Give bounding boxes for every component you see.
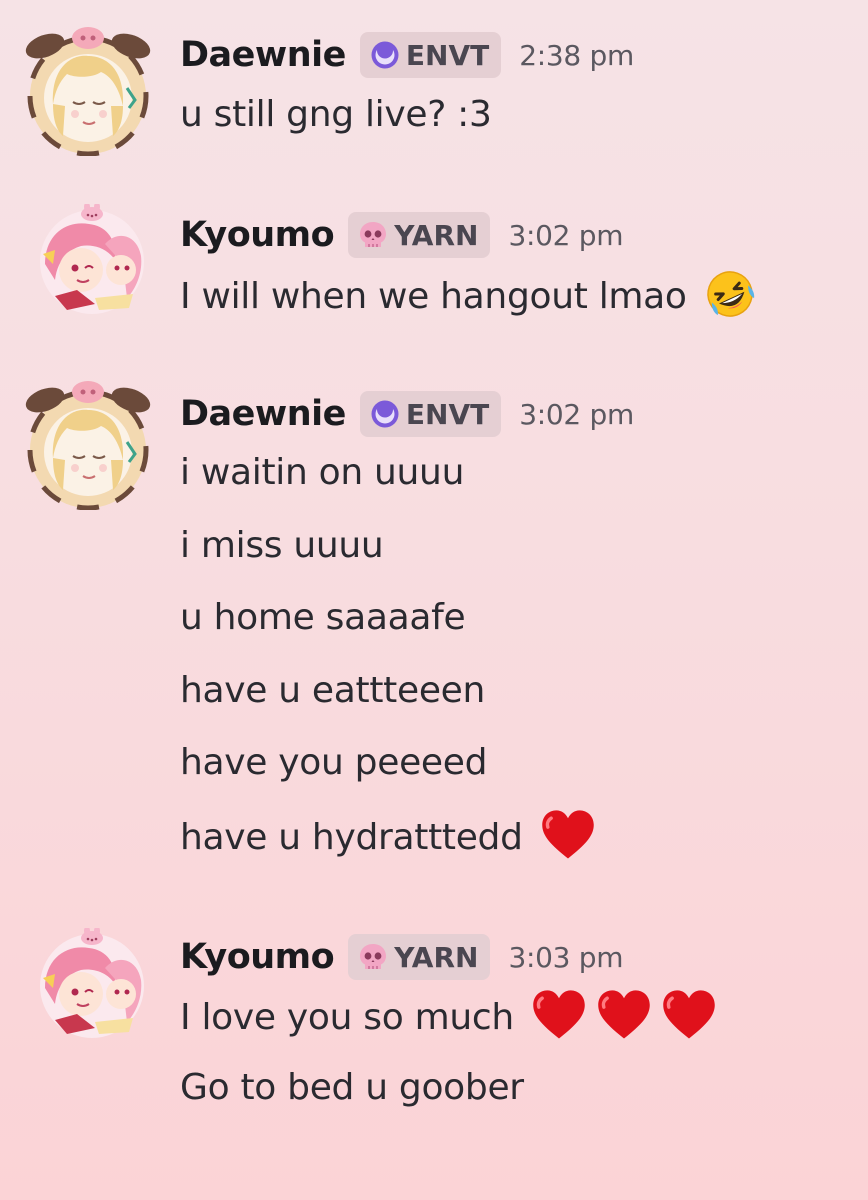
message-header: Kyoumo YARN 3:02 pm [180,207,623,263]
timestamp: 2:38 pm [519,38,634,72]
avatar-kyoumo[interactable] [37,204,147,314]
message-text-content: I will when we hangout lmao [180,276,687,317]
red-heart-emoji [531,989,587,1041]
username[interactable]: Daewnie [180,394,346,434]
rolling-on-floor-laughing-emoji [704,268,756,320]
server-tag[interactable]: YARN [348,212,491,258]
avatar-daewnie[interactable] [23,380,153,510]
message-text: have u hydratttedd [180,813,596,865]
avatar-kyoumo[interactable] [37,928,147,1038]
username[interactable]: Kyoumo [180,937,335,977]
message-text-content: have u hydratttedd [180,817,523,858]
message-text: have u eattteeen [180,670,486,711]
timestamp: 3:02 pm [519,397,634,431]
pink-skull-icon [358,942,388,972]
server-tag-label: ENVT [405,38,490,72]
server-tag[interactable]: YARN [348,934,491,980]
timestamp: 3:02 pm [508,218,624,252]
message-text: i miss uuuu [180,525,384,566]
red-heart-emoji [540,809,596,861]
crescent-moon-icon [370,40,400,70]
message-text: I will when we hangout lmao [180,271,756,324]
red-heart-emoji [661,989,717,1041]
message-text: u home saaaafe [180,597,466,638]
server-tag[interactable]: ENVT [359,391,502,437]
pink-skull-icon [358,220,388,250]
red-heart-emoji [596,989,652,1041]
username[interactable]: Kyoumo [180,215,335,255]
username[interactable]: Daewnie [180,35,346,75]
server-tag[interactable]: ENVT [359,32,502,78]
message-header: Daewnie ENVT 2:38 pm [180,27,634,83]
message-header: Kyoumo YARN 3:03 pm [180,929,623,985]
message-text: I love you so much [180,993,717,1045]
server-tag-label: ENVT [405,397,490,431]
message-text: Go to bed u goober [180,1067,524,1108]
server-tag-label: YARN [394,940,479,974]
message-text: i waitin on uuuu [180,452,465,493]
avatar-daewnie[interactable] [23,26,153,156]
message-header: Daewnie ENVT 3:02 pm [180,386,634,442]
crescent-moon-icon [370,399,400,429]
server-tag-label: YARN [394,218,479,252]
timestamp: 3:03 pm [508,940,624,974]
message-text: have you peeeed [180,742,488,783]
message-text-content: I love you so much [180,997,514,1038]
message-text: u still gng live? :3 [180,94,492,135]
